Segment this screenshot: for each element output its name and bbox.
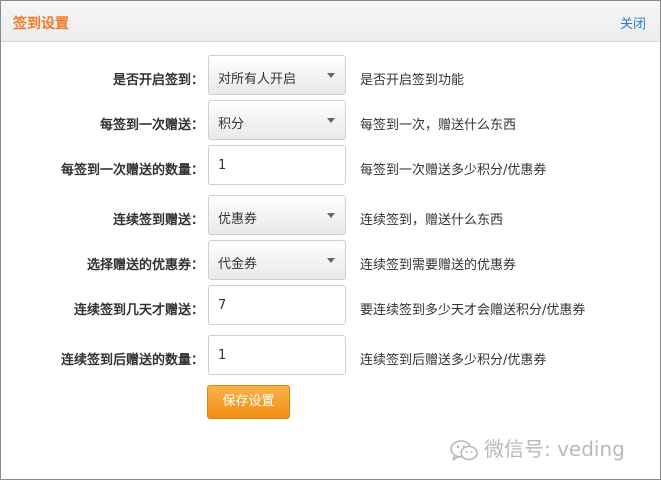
chevron-down-icon [327,118,335,123]
field-hint: 连续签到后赠送多少积分/优惠券 [360,353,547,368]
field-label: 是否开启签到： [112,73,204,88]
watermark: 微信号: veding [450,433,625,462]
field-label: 每签到一次赠送： [99,118,204,133]
dialog-titlebar: 签到设置 关闭 [1,1,660,42]
chevron-down-icon [327,213,335,218]
consecutive-reward-type-select[interactable]: 优惠券 [208,195,346,235]
save-settings-button[interactable]: 保存设置 [207,385,290,419]
field-hint: 连续签到需要赠送的优惠券 [360,258,517,273]
form-row-reward-type: 每签到一次赠送： 积分 每签到一次，赠送什么东西 [1,100,660,144]
field-label: 连续签到后赠送的数量： [60,353,204,368]
input-value: 7 [218,298,227,313]
consecutive-reward-amount-input[interactable]: 1 [208,335,346,375]
field-label: 连续签到赠送： [112,213,204,228]
coupon-select[interactable]: 代金券 [208,240,346,280]
consecutive-days-input[interactable]: 7 [208,285,346,325]
reward-amount-input[interactable]: 1 [208,145,346,185]
field-hint: 每签到一次赠送多少积分/优惠券 [360,163,547,178]
field-hint: 每签到一次，赠送什么东西 [360,118,517,133]
chevron-down-icon [327,73,335,78]
field-label: 连续签到几天才赠送： [73,303,204,318]
form-row-consecutive-reward-amount: 连续签到后赠送的数量： 1 连续签到后赠送多少积分/优惠券 [1,335,660,379]
form-row-enable-sign-in: 是否开启签到： 对所有人开启 是否开启签到功能 [1,55,660,99]
wechat-logo-icon [450,439,478,462]
select-value: 积分 [218,117,245,132]
select-value: 优惠券 [218,212,258,227]
field-hint: 是否开启签到功能 [360,73,465,88]
sign-in-settings-dialog: 签到设置 关闭 是否开启签到： 对所有人开启 是否开启签到功能 每签到一次赠送：… [0,0,661,480]
select-value: 代金券 [218,257,258,272]
watermark-text: 微信号: veding [484,437,625,461]
dialog-title: 签到设置 [13,16,69,32]
field-hint: 要连续签到多少天才会赠送积分/优惠券 [360,303,586,318]
input-value: 1 [218,348,227,363]
reward-type-select[interactable]: 积分 [208,100,346,140]
field-hint: 连续签到，赠送什么东西 [360,213,504,228]
close-link[interactable]: 关闭 [620,13,646,32]
chevron-down-icon [327,258,335,263]
input-value: 1 [218,158,227,173]
select-value: 对所有人开启 [218,72,297,87]
form-row-coupon-select: 选择赠送的优惠券： 代金券 连续签到需要赠送的优惠券 [1,240,660,284]
field-label: 选择赠送的优惠券： [86,258,204,273]
enable-sign-in-select[interactable]: 对所有人开启 [208,55,346,95]
form-row-consecutive-reward-type: 连续签到赠送： 优惠券 连续签到，赠送什么东西 [1,195,660,239]
field-label: 每签到一次赠送的数量： [60,163,204,178]
form-row-reward-amount: 每签到一次赠送的数量： 1 每签到一次赠送多少积分/优惠券 [1,145,660,189]
form-row-consecutive-days: 连续签到几天才赠送： 7 要连续签到多少天才会赠送积分/优惠券 [1,285,660,329]
